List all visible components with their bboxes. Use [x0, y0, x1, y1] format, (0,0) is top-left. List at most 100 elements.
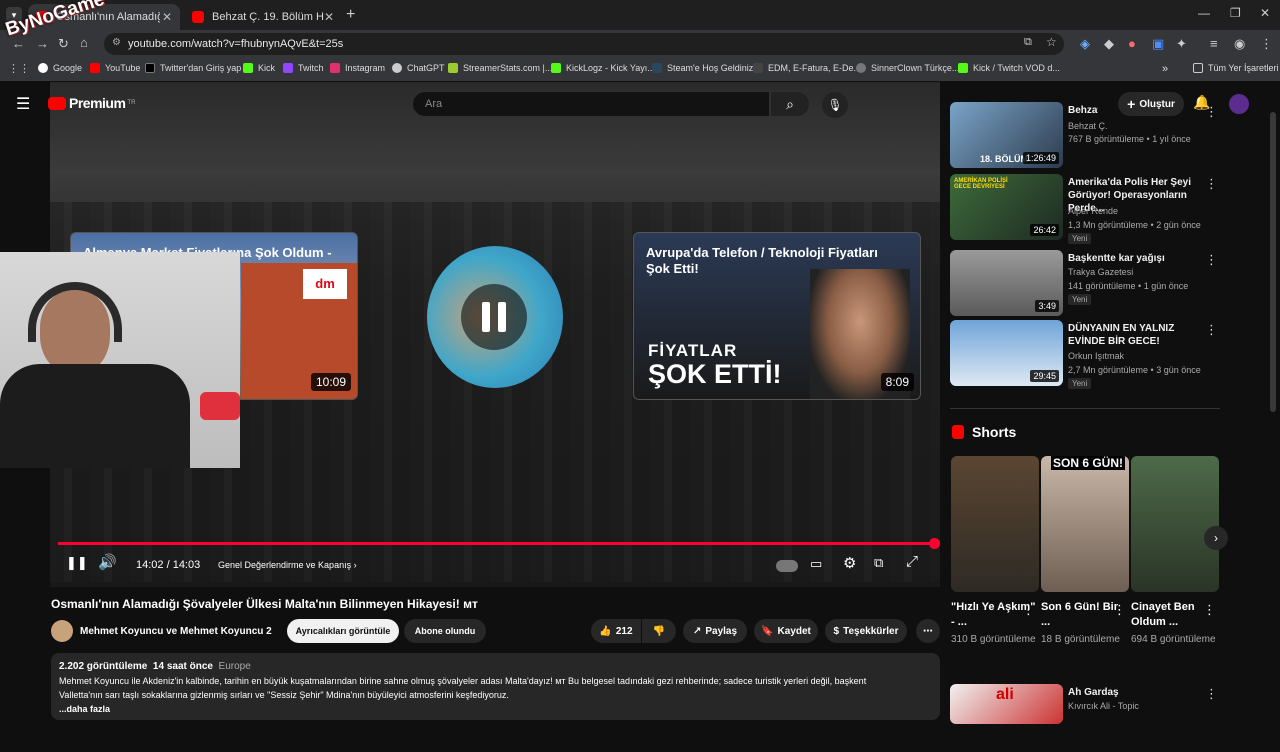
- more-options-icon[interactable]: ⋮: [1205, 104, 1218, 120]
- endcard-right[interactable]: FİYATLAR ŞOK ETTİ! Avrupa'da Telefon / T…: [633, 232, 921, 400]
- new-badge: Yeni: [1068, 294, 1092, 305]
- bookmark-twitch[interactable]: Twitch: [283, 63, 324, 73]
- show-more-link[interactable]: ...daha fazla: [59, 704, 110, 714]
- miniplayer-icon[interactable]: ⧉: [874, 555, 883, 571]
- bookmark-google[interactable]: Google: [38, 63, 82, 73]
- description-box[interactable]: 2.202 görüntüleme 14 saat önce Europe Me…: [51, 653, 940, 720]
- join-button[interactable]: Ayrıcalıkları görüntüle: [287, 619, 399, 643]
- more-options-icon[interactable]: ⋮: [1205, 322, 1218, 338]
- extension-icon[interactable]: ◈: [1080, 36, 1090, 52]
- bookmark-instagram[interactable]: Instagram: [330, 63, 385, 73]
- search-input[interactable]: Ara: [412, 91, 770, 117]
- all-bookmarks[interactable]: Tüm Yer İşaretleri: [1193, 63, 1279, 73]
- maximize-icon[interactable]: ❐: [1230, 6, 1241, 20]
- site-info-icon[interactable]: ⚙: [112, 37, 121, 48]
- voice-search-icon[interactable]: 🎙: [822, 92, 848, 118]
- video-meta: 141 görüntüleme • 1 gün önce: [1068, 281, 1189, 291]
- folder-icon: [1193, 63, 1203, 73]
- more-bookmarks-icon[interactable]: »: [1162, 63, 1168, 75]
- thanks-button[interactable]: $ Teşekkürler: [825, 619, 907, 643]
- short-views: 694 B görüntüleme: [1131, 634, 1216, 645]
- youtube-page: dm Almanya Market Fiyatlarına Şok Oldum …: [0, 0, 1280, 724]
- progress-bar[interactable]: [58, 538, 940, 549]
- bookmark-twitter[interactable]: Twitter'dan Giriş yap: [145, 63, 241, 73]
- channel-name: Alper Rende: [1068, 206, 1119, 216]
- address-bar[interactable]: ⚙ youtube.com/watch?v=fhubnynAQvE&t=25s …: [104, 33, 1064, 55]
- shorts-icon: [952, 425, 964, 439]
- sidebar-video-1[interactable]: 18. BÖLÜM 1:26:49 Behzat Ç. 18. Bölüm Be…: [950, 102, 1230, 170]
- bookmark-streamerstats[interactable]: StreamerStats.com |...: [448, 63, 552, 73]
- close-tab-icon[interactable]: ✕: [324, 10, 334, 24]
- channel-name[interactable]: Mehmet Koyuncu ve Mehmet Koyuncu 2: [80, 626, 272, 637]
- bookmark-edm[interactable]: EDM, E-Fatura, E-De...: [753, 63, 861, 73]
- bookmark-kicklogz[interactable]: KickLogz - Kick Yayı...: [551, 63, 655, 73]
- more-options-icon[interactable]: ⋮: [1205, 686, 1218, 702]
- short-item-1[interactable]: "Hızlı Ye Aşkım" - ... 310 B görüntüleme: [951, 456, 1039, 647]
- pause-overlay[interactable]: [461, 284, 527, 350]
- page-scrollbar[interactable]: [1270, 112, 1276, 412]
- autoplay-toggle[interactable]: [776, 560, 798, 572]
- more-options-icon[interactable]: ⋮: [1203, 602, 1216, 618]
- bookmark-youtube[interactable]: YouTube: [90, 63, 140, 73]
- more-options-icon[interactable]: ⋮: [1205, 176, 1218, 192]
- short-item-3[interactable]: Cinayet Ben Oldum ... 694 B görüntüleme: [1131, 456, 1219, 647]
- video-duration: 29:45: [1030, 370, 1059, 382]
- menu-icon[interactable]: ⋮: [1260, 36, 1273, 52]
- minimize-icon[interactable]: —: [1198, 6, 1210, 20]
- volume-icon[interactable]: 🔊: [98, 553, 117, 571]
- bookmark-sinnerclown[interactable]: SinnerClown Türkçe...: [856, 63, 959, 73]
- sidebar-video-5[interactable]: ali Ah Gardaş Kıvırcık Ali - Topic ⋮: [950, 684, 1230, 752]
- progress-scrubber-handle[interactable]: [929, 538, 940, 549]
- short-item-2[interactable]: SON 6 GÜN! Son 6 Gün! Bir ... 18 B görün…: [1041, 456, 1129, 647]
- shorts-next-button[interactable]: ›: [1204, 526, 1228, 550]
- forward-icon[interactable]: →: [36, 36, 49, 51]
- video-meta: 1,3 Mn görüntüleme • 2 gün önce: [1068, 220, 1201, 230]
- bookmark-steam[interactable]: Steam'e Hoş Geldiniz: [652, 63, 753, 73]
- channel-avatar-endcard[interactable]: [427, 246, 563, 388]
- twitch-icon: [283, 63, 293, 73]
- subscribed-button[interactable]: Abone olundu: [404, 619, 486, 643]
- new-tab-button[interactable]: +: [346, 6, 355, 24]
- close-window-icon[interactable]: ✕: [1260, 6, 1270, 20]
- extensions-puzzle-icon[interactable]: ✦: [1176, 36, 1187, 52]
- subtitles-icon[interactable]: ▭: [810, 556, 822, 572]
- chapter-button[interactable]: Genel Değerlendirme ve Kapanış ›: [218, 560, 357, 570]
- video-title: Behzat Ç. 18. Bölüm: [1068, 105, 1098, 116]
- pause-button[interactable]: ❚❚: [66, 555, 88, 571]
- sidebar-video-2[interactable]: AMERİKAN POLİSİ GECE DEVRİYESİ 26:42 Ame…: [950, 174, 1230, 244]
- bookmark-chatgpt[interactable]: ChatGPT: [392, 63, 445, 73]
- like-button[interactable]: 👍 212: [591, 619, 641, 643]
- video-thumbnail: ali: [950, 684, 1063, 724]
- profile-avatar-icon[interactable]: ◉: [1234, 36, 1245, 52]
- channel-avatar[interactable]: [51, 620, 73, 642]
- tab-behzat[interactable]: Behzat Ç. 19. Bölüm HD - YouTube ✕: [184, 4, 342, 30]
- youtube-logo[interactable]: Premium TR: [48, 95, 135, 111]
- cast-icon[interactable]: ⧉: [1024, 36, 1032, 49]
- more-options-icon[interactable]: ⋮: [1205, 252, 1218, 268]
- extension-icon[interactable]: ▣: [1152, 36, 1164, 52]
- bookmark-star-icon[interactable]: ☆: [1046, 35, 1057, 49]
- reload-icon[interactable]: ↻: [58, 36, 69, 52]
- media-control-icon[interactable]: ≡: [1210, 36, 1218, 51]
- chart-icon: [448, 63, 458, 73]
- settings-gear-icon[interactable]: ⚙: [843, 554, 856, 572]
- bookmark-vod[interactable]: Kick / Twitch VOD d...: [958, 63, 1060, 73]
- search-button[interactable]: ⌕: [770, 91, 810, 117]
- more-options-icon[interactable]: ⋮: [1113, 602, 1126, 618]
- apps-icon[interactable]: ⋮⋮: [8, 62, 30, 75]
- more-options-icon[interactable]: ⋮: [1022, 602, 1035, 618]
- hamburger-menu-icon[interactable]: ☰: [16, 94, 30, 114]
- dislike-button[interactable]: 👎: [642, 619, 676, 643]
- close-tab-icon[interactable]: ✕: [162, 10, 172, 24]
- more-actions-button[interactable]: ⋯: [916, 619, 940, 643]
- sidebar-video-3[interactable]: 3:49 Başkentte kar yağışı Trakya Gazetes…: [950, 250, 1230, 318]
- account-avatar[interactable]: [1229, 94, 1249, 114]
- extension-icon[interactable]: ●: [1128, 36, 1136, 51]
- home-icon[interactable]: ⌂: [80, 35, 88, 50]
- sidebar-video-4[interactable]: 29:45 DÜNYANIN EN YALNIZ EVİNDE BİR GECE…: [950, 320, 1230, 389]
- save-button[interactable]: 🔖 Kaydet: [754, 619, 818, 643]
- extension-icon[interactable]: ◆: [1104, 36, 1114, 52]
- fullscreen-icon[interactable]: ⤢: [906, 553, 918, 570]
- bookmark-kick[interactable]: Kick: [243, 63, 275, 73]
- share-button[interactable]: ↗ Paylaş: [683, 619, 747, 643]
